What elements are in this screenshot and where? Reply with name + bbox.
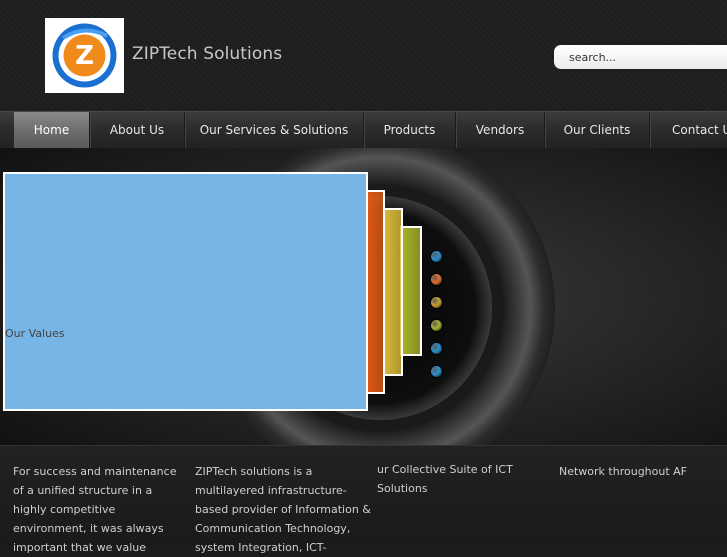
ziptech-logo-icon: Z <box>52 23 117 88</box>
column-network-text: Network throughout AF <box>559 465 688 478</box>
slide-dot-2[interactable] <box>431 274 442 285</box>
nav-vendors[interactable]: Vendors <box>456 112 545 148</box>
nav-products[interactable]: Products <box>364 112 456 148</box>
slide-dot-1[interactable] <box>431 251 442 262</box>
slide-dot-3[interactable] <box>431 297 442 308</box>
slide-dot-6[interactable] <box>431 366 442 377</box>
logo[interactable]: Z <box>45 18 124 93</box>
slide-caption: Our Values <box>5 327 65 340</box>
column-values-text: For success and maintenance of a unified… <box>13 465 177 554</box>
slide-tab-3[interactable] <box>400 226 422 356</box>
main-nav: Home About Us Our Services & Solutions P… <box>0 111 727 148</box>
slide-dot-5[interactable] <box>431 343 442 354</box>
header: Z ZIPTech Solutions <box>0 0 727 111</box>
column-ict-suite-text: ur Collective Suite of ICT Solutions <box>377 463 513 495</box>
nav-contact-us[interactable]: Contact Us <box>650 112 727 148</box>
nav-our-clients[interactable]: Our Clients <box>545 112 650 148</box>
svg-text:Z: Z <box>75 41 94 71</box>
nav-home[interactable]: Home <box>14 112 90 148</box>
slide-dot-4[interactable] <box>431 320 442 331</box>
hero-slider: Our Values <box>0 148 727 445</box>
slide-tab-2[interactable] <box>383 208 403 376</box>
nav-about-us[interactable]: About Us <box>90 112 185 148</box>
search-input[interactable] <box>554 45 727 69</box>
column-about-text: ZIPTech solutions is a multilayered infr… <box>195 465 371 554</box>
nav-services-solutions[interactable]: Our Services & Solutions <box>185 112 364 148</box>
slide-panel[interactable]: Our Values <box>3 172 368 411</box>
site-name: ZIPTech Solutions <box>132 44 283 64</box>
